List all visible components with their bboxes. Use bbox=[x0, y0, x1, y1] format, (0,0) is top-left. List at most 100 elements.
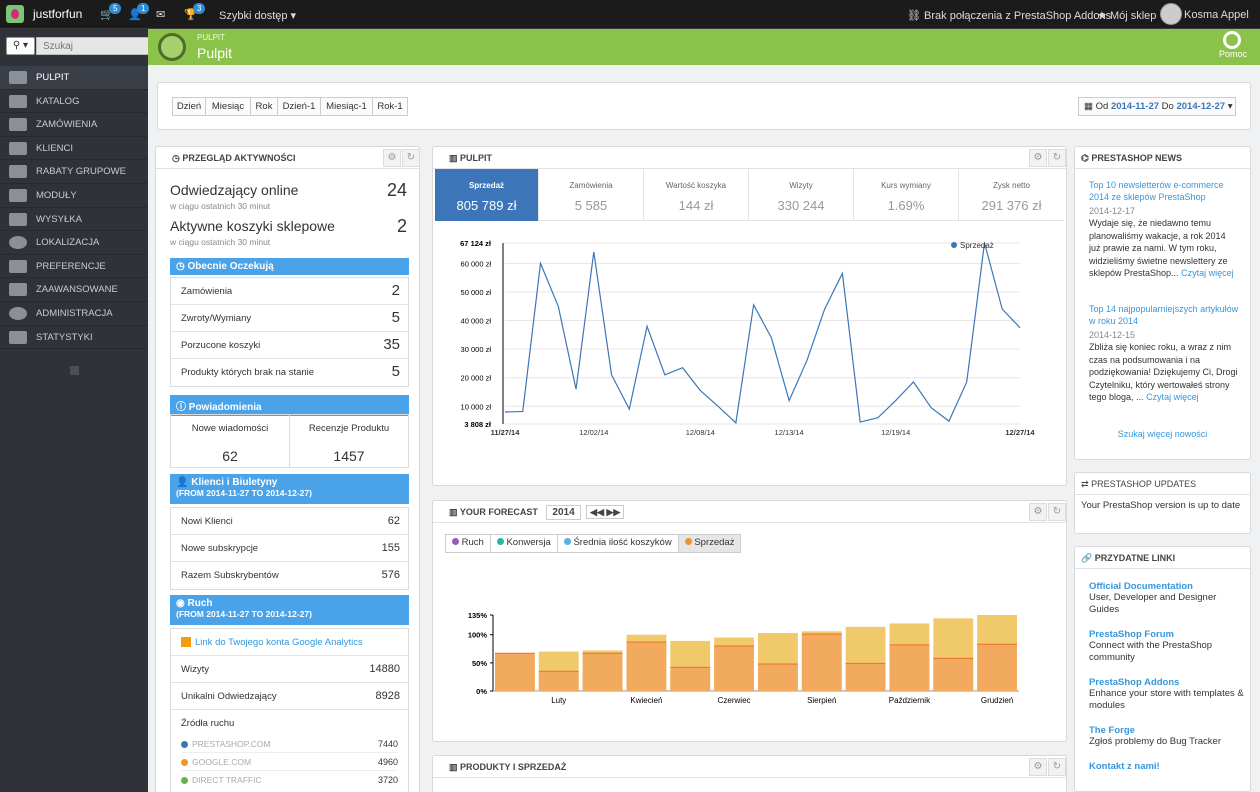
sidebar-item-label: LOKALIZACJA bbox=[36, 237, 100, 249]
sidebar-item-klienci[interactable]: KLIENCI bbox=[0, 137, 148, 161]
tab-conversion[interactable]: Konwersja bbox=[491, 535, 558, 552]
sidebar-item-katalog[interactable]: KATALOG bbox=[0, 90, 148, 114]
source-item[interactable]: PRESTASHOP.COM 7440 bbox=[181, 739, 398, 753]
list-item[interactable]: Nowe subskrypcje 155 bbox=[171, 535, 408, 562]
collapse-sidebar-icon[interactable] bbox=[70, 366, 79, 375]
link-title[interactable]: PrestaShop Addons bbox=[1089, 677, 1244, 688]
traffic-heading: ◉ Ruch (FROM 2014-11-27 TO 2014-12-27) bbox=[170, 595, 409, 625]
year-nav: ◀◀ ▶▶ bbox=[586, 505, 625, 519]
list-item[interactable]: Razem Subskrybentów 576 bbox=[171, 562, 408, 589]
addons-status-link[interactable]: ⛓ Brak połączenia z PrestaShop Addons bbox=[907, 9, 1111, 22]
source-item[interactable]: DIRECT TRAFFIC 3720 bbox=[181, 775, 398, 789]
prestashop-logo-icon[interactable] bbox=[6, 5, 24, 23]
read-more-link[interactable]: Czytaj więcej bbox=[1146, 392, 1199, 402]
kpi-visits[interactable]: Wizyty 330 244 bbox=[749, 169, 854, 221]
kpi-label: Wizyty bbox=[789, 181, 813, 190]
news-link[interactable]: Top 10 newsletterów e-commerce 2014 ze s… bbox=[1089, 179, 1239, 203]
useful-link[interactable]: PrestaShop Forum Connect with the PrestaS… bbox=[1089, 629, 1244, 664]
help-icon[interactable] bbox=[1223, 31, 1241, 49]
useful-link[interactable]: PrestaShop Addons Enhance your store with… bbox=[1089, 677, 1244, 712]
list-item[interactable]: Porzucone koszyki 35 bbox=[171, 332, 408, 359]
refresh-icon[interactable]: ↻ bbox=[1048, 149, 1066, 167]
news-link[interactable]: Top 14 najpopularniejszych artykułów w r… bbox=[1089, 303, 1239, 327]
pending-value: 5 bbox=[391, 363, 400, 380]
new-messages-cell[interactable]: Nowe wiadomości 62 bbox=[171, 415, 290, 467]
list-item[interactable]: Wizyty 14880 bbox=[171, 656, 408, 683]
kpi-net-profit[interactable]: Zysk netto 291 376 zł bbox=[959, 169, 1064, 221]
kpi-conversion[interactable]: Kurs wymiany 1.69% bbox=[854, 169, 959, 221]
kpi-orders[interactable]: Zamówienia 5 585 bbox=[539, 169, 644, 221]
ga-link-row[interactable]: Link do Twojego konta Google Analytics bbox=[171, 629, 408, 656]
envelope-icon[interactable]: ✉ bbox=[156, 8, 165, 21]
y-tick-label: 3 808 zł bbox=[464, 420, 492, 429]
x-tick-label: 11/27/14 bbox=[491, 428, 521, 437]
range-prev-month-button[interactable]: Miesiąc-1 bbox=[320, 97, 373, 116]
sidebar-item-pulpit[interactable]: PULPIT bbox=[0, 66, 148, 90]
search-input[interactable] bbox=[36, 37, 149, 55]
pending-value: 35 bbox=[383, 336, 400, 353]
refresh-icon[interactable]: ↻ bbox=[1048, 503, 1066, 521]
kpi-cart-value[interactable]: Wartość koszyka 144 zł bbox=[644, 169, 749, 221]
x-tick-label: 12/02/14 bbox=[579, 428, 608, 437]
link-title[interactable]: Official Documentation bbox=[1089, 581, 1244, 592]
sidebar-item-administracja[interactable]: ADMINISTRACJA bbox=[0, 302, 148, 326]
link-title[interactable]: PrestaShop Forum bbox=[1089, 629, 1244, 640]
tab-traffic[interactable]: Ruch bbox=[446, 535, 491, 552]
configure-icon[interactable]: ⚙ bbox=[383, 149, 401, 167]
list-item[interactable]: Zamówienia 2 bbox=[171, 278, 408, 305]
sidebar-item-statystyki[interactable]: STATYSTYKI bbox=[0, 326, 148, 350]
sidebar-item-wysylka[interactable]: WYSYŁKA bbox=[0, 208, 148, 232]
tab-avg-carts[interactable]: Średnia ilość koszyków bbox=[558, 535, 679, 552]
source-item[interactable]: GOOGLE.COM 4960 bbox=[181, 757, 398, 771]
sidebar-item-rabaty[interactable]: RABATY GRUPOWE bbox=[0, 160, 148, 184]
news-date: 2014-12-15 bbox=[1089, 330, 1136, 340]
sidebar-item-lokalizacja[interactable]: LOKALIZACJA bbox=[0, 231, 148, 255]
ga-link[interactable]: Link do Twojego konta Google Analytics bbox=[195, 637, 363, 648]
avatar[interactable] bbox=[1160, 3, 1182, 25]
date-range-picker[interactable]: ▦ Od 2014-11-27 Do 2014-12-27 ▾ bbox=[1078, 97, 1236, 116]
sidebar-item-zamowienia[interactable]: ZAMÓWIENIA bbox=[0, 113, 148, 137]
list-item[interactable]: Produkty których brak na stanie 5 bbox=[171, 359, 408, 386]
breadcrumb[interactable]: PULPIT bbox=[197, 33, 225, 42]
sidebar-item-moduly[interactable]: MODUŁY bbox=[0, 184, 148, 208]
help-label[interactable]: Pomoc bbox=[1219, 49, 1247, 59]
range-month-button[interactable]: Miesiąc bbox=[205, 97, 251, 116]
range-year-button[interactable]: Rok bbox=[250, 97, 278, 116]
refresh-icon[interactable]: ↻ bbox=[402, 149, 420, 167]
sidebar-item-preferencje[interactable]: PREFERENCJE bbox=[0, 255, 148, 279]
user-name[interactable]: Kosma Appel bbox=[1184, 9, 1249, 21]
list-item[interactable]: Nowi Klienci 62 bbox=[171, 508, 408, 535]
search-scope-button[interactable]: ⚲ ▾ bbox=[6, 37, 35, 55]
useful-link[interactable]: The Forge Zgłoś problemy do Bug Tracker bbox=[1089, 725, 1244, 748]
link-title[interactable]: The Forge bbox=[1089, 725, 1244, 736]
tab-sales[interactable]: Sprzedaż bbox=[678, 535, 741, 552]
contact-link[interactable]: Kontakt z nami! bbox=[1089, 761, 1160, 772]
list-item[interactable]: Unikalni Odwiedzający 8928 bbox=[171, 683, 408, 710]
prev-year-icon[interactable]: ◀◀ bbox=[590, 507, 604, 517]
sources-block: Źródła ruchu PRESTASHOP.COM 7440 GOOGLE.… bbox=[171, 710, 408, 792]
product-reviews-cell[interactable]: Recenzje Produktu 1457 bbox=[290, 415, 408, 467]
quick-access-menu[interactable]: Szybki dostęp ▾ bbox=[219, 9, 296, 22]
range-day-button[interactable]: Dzień bbox=[172, 97, 206, 116]
sidebar-item-zaawansowane[interactable]: ZAAWANSOWANE bbox=[0, 278, 148, 302]
kpi-sales[interactable]: Sprzedaż 805 789 zł bbox=[435, 169, 539, 221]
configure-icon[interactable]: ⚙ bbox=[1029, 503, 1047, 521]
read-more-link[interactable]: Czytaj więcej bbox=[1181, 268, 1234, 278]
visits-label: Wizyty bbox=[181, 664, 209, 675]
configure-icon[interactable]: ⚙ bbox=[1029, 758, 1047, 776]
news-item: Top 14 najpopularniejszych artykułów w r… bbox=[1089, 303, 1239, 404]
next-year-icon[interactable]: ▶▶ bbox=[607, 507, 621, 517]
range-prev-day-button[interactable]: Dzień-1 bbox=[277, 97, 321, 116]
range-prev-year-button[interactable]: Rok-1 bbox=[372, 97, 408, 116]
configure-icon[interactable]: ⚙ bbox=[1029, 149, 1047, 167]
my-shop-link[interactable]: ★ Mój sklep bbox=[1097, 9, 1156, 22]
list-item[interactable]: Zwroty/Wymiany 5 bbox=[171, 305, 408, 332]
y-tick-label: 20 000 zł bbox=[461, 374, 492, 383]
refresh-icon[interactable]: ↻ bbox=[1048, 758, 1066, 776]
find-more-news-link[interactable]: Szukaj więcej nowości bbox=[1075, 429, 1250, 439]
kpi-value: 5 585 bbox=[574, 198, 608, 213]
useful-link[interactable]: Official Documentation User, Developer an… bbox=[1089, 581, 1244, 616]
kpi-label: Wartość koszyka bbox=[665, 181, 727, 190]
wrench-icon bbox=[9, 259, 27, 273]
app-name[interactable]: justforfun bbox=[33, 7, 82, 21]
